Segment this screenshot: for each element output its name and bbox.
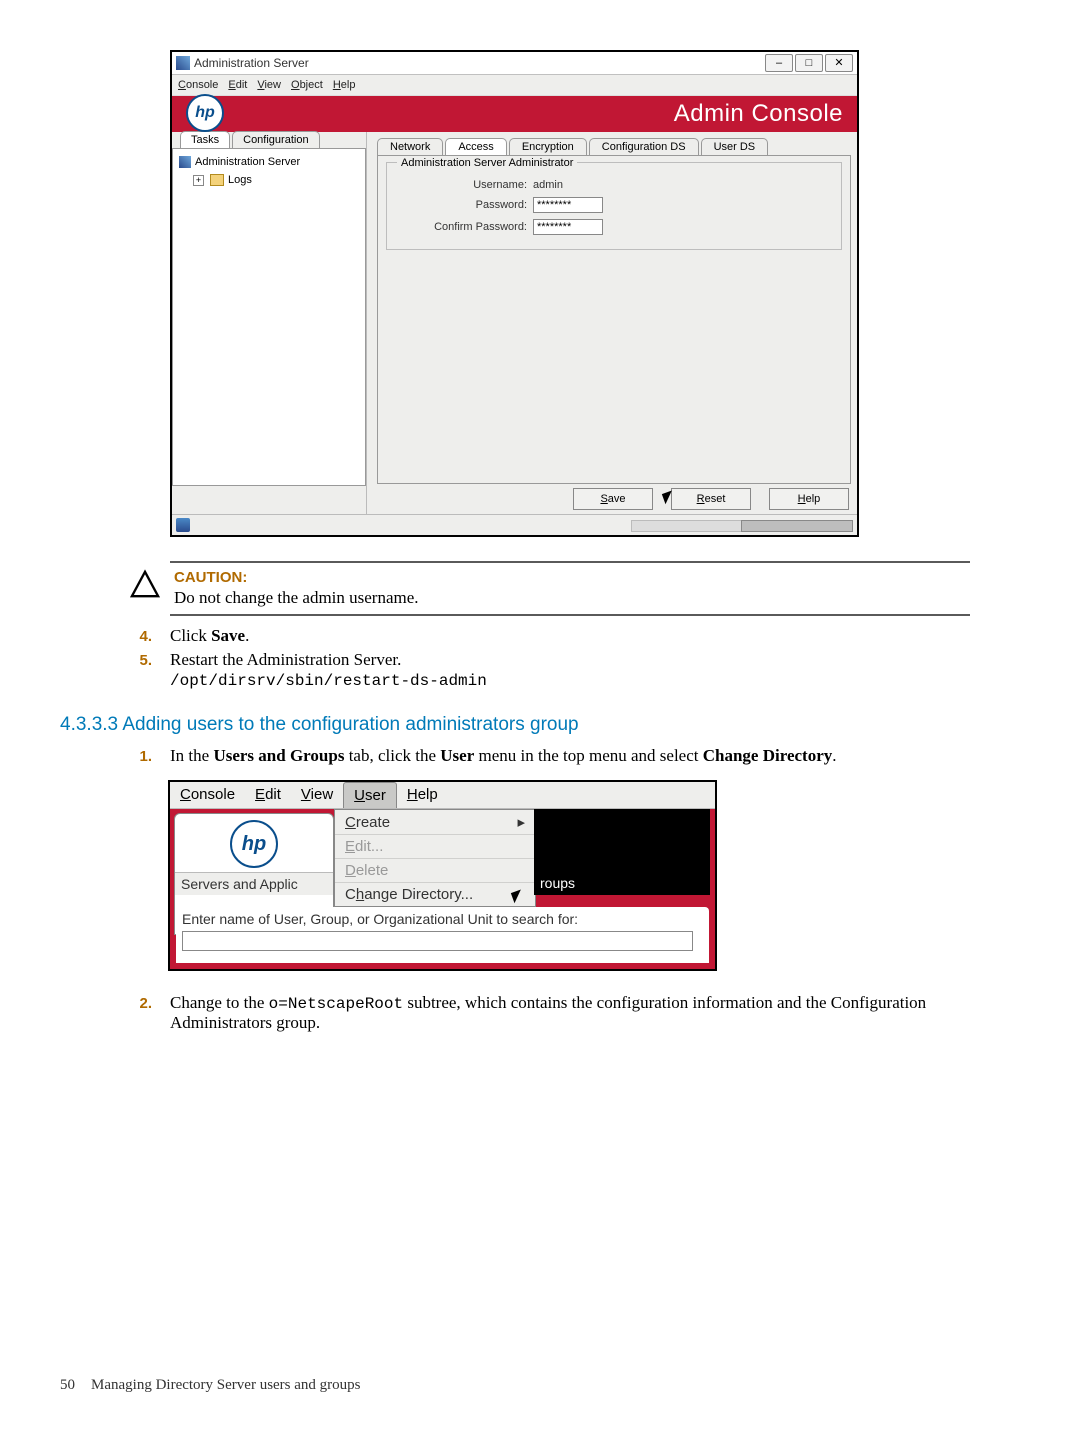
tab-tasks[interactable]: Tasks xyxy=(180,131,230,148)
expand-icon[interactable]: + xyxy=(193,175,204,186)
menu-console[interactable]: Console xyxy=(178,79,218,91)
rtab-network[interactable]: Network xyxy=(377,138,443,155)
tree-root[interactable]: Administration Server xyxy=(179,153,359,171)
maximize-button[interactable]: □ xyxy=(795,54,823,72)
divider xyxy=(170,614,970,616)
confirm-password-field[interactable] xyxy=(533,219,603,235)
rtab-access[interactable]: Access xyxy=(445,138,506,155)
menu-help[interactable]: Help xyxy=(333,79,356,91)
password-field[interactable] xyxy=(533,197,603,213)
caution-block: CAUTION: Do not change the admin usernam… xyxy=(130,569,1020,608)
close-button[interactable]: ✕ xyxy=(825,54,853,72)
server-icon xyxy=(179,156,191,168)
caution-icon xyxy=(130,569,160,599)
app-icon xyxy=(176,56,190,70)
search-label: Enter name of User, Group, or Organizati… xyxy=(182,911,578,927)
status-icon xyxy=(176,518,190,532)
step-5: 5. Restart the Administration Server. /o… xyxy=(130,650,1020,690)
rtab-user-ds[interactable]: User DS xyxy=(701,138,769,155)
confirm-password-label: Confirm Password: xyxy=(397,221,533,233)
hp-logo-icon: hp xyxy=(186,94,224,132)
hp-logo-icon: hp xyxy=(230,820,278,868)
divider xyxy=(170,561,970,563)
window-title: Administration Server xyxy=(194,56,309,70)
menuitem-create[interactable]: Create▸ xyxy=(335,810,535,835)
page-footer: 50 Managing Directory Server users and g… xyxy=(60,1377,361,1394)
menu-object[interactable]: Object xyxy=(291,79,323,91)
step-b2: 2. Change to the o=NetscapeRoot subtree,… xyxy=(130,993,1020,1033)
menu2-user[interactable]: User xyxy=(343,782,397,808)
user-menu-screenshot: Console Edit View User Help hp Servers a… xyxy=(168,780,717,971)
rtab-config-ds[interactable]: Configuration DS xyxy=(589,138,699,155)
mouse-cursor-icon: ◤ xyxy=(510,886,526,906)
help-button[interactable]: Help xyxy=(769,488,849,510)
step-4: 4. Click Save. xyxy=(130,626,1020,646)
section-heading: 4.3.3.3 Adding users to the configuratio… xyxy=(60,714,1020,736)
titlebar: Administration Server – □ ✕ xyxy=(172,52,857,75)
banner-title: Admin Console xyxy=(674,100,843,128)
chapter-title: Managing Directory Server users and grou… xyxy=(91,1377,361,1394)
reset-button[interactable]: Reset xyxy=(671,488,751,510)
fieldset-legend: Administration Server Administrator xyxy=(397,157,577,169)
username-value: admin xyxy=(533,179,563,191)
menubar: Console Edit View Object Help xyxy=(172,75,857,96)
menu2-view[interactable]: View xyxy=(291,782,343,808)
save-button[interactable]: Save xyxy=(573,488,653,510)
caution-heading: CAUTION: xyxy=(174,569,419,586)
restart-command: /opt/dirsrv/sbin/restart-ds-admin xyxy=(170,672,487,690)
menu-view[interactable]: View xyxy=(257,79,281,91)
menuitem-edit: Edit... xyxy=(335,835,535,859)
menu2-edit[interactable]: Edit xyxy=(245,782,291,808)
step-b1: 1. In the Users and Groups tab, click th… xyxy=(130,746,1020,766)
left-pane: Tasks Configuration Administration Serve… xyxy=(172,132,367,514)
tab-configuration[interactable]: Configuration xyxy=(232,131,319,148)
minimize-button[interactable]: – xyxy=(765,54,793,72)
menu2-console[interactable]: Console xyxy=(170,782,245,808)
rtab-encryption[interactable]: Encryption xyxy=(509,138,587,155)
banner: Admin Console xyxy=(172,96,857,132)
password-label: Password: xyxy=(397,199,533,211)
folder-icon xyxy=(210,174,224,186)
right-pane: Network Access Encryption Configuration … xyxy=(367,132,857,514)
black-strip: roups xyxy=(534,809,710,895)
admin-fieldset: Administration Server Administrator User… xyxy=(386,162,842,250)
nav-tree: Administration Server + Logs xyxy=(172,148,366,486)
page-number: 50 xyxy=(60,1377,75,1394)
submenu-arrow-icon: ▸ xyxy=(517,813,525,831)
statusbar xyxy=(172,514,857,535)
menuitem-change-directory[interactable]: Change Directory... ◤ xyxy=(335,883,535,906)
menu2-help[interactable]: Help xyxy=(397,782,448,808)
user-dropdown: Create▸ Edit... Delete Change Directory.… xyxy=(334,809,536,907)
menubar2: Console Edit View User Help xyxy=(170,782,715,809)
username-label: Username: xyxy=(397,179,533,191)
menuitem-delete: Delete xyxy=(335,859,535,883)
tree-logs[interactable]: + Logs xyxy=(193,171,359,189)
groups-tab-suffix: roups xyxy=(540,875,575,891)
servers-tab[interactable]: Servers and Applic xyxy=(175,872,333,895)
admin-console-window: Administration Server – □ ✕ Console Edit… xyxy=(170,50,859,537)
menu-edit[interactable]: Edit xyxy=(228,79,247,91)
caution-body: Do not change the admin username. xyxy=(174,588,419,608)
search-input[interactable] xyxy=(182,931,693,951)
search-area: Enter name of User, Group, or Organizati… xyxy=(176,907,709,963)
scrollbar-thumb[interactable] xyxy=(741,520,853,532)
